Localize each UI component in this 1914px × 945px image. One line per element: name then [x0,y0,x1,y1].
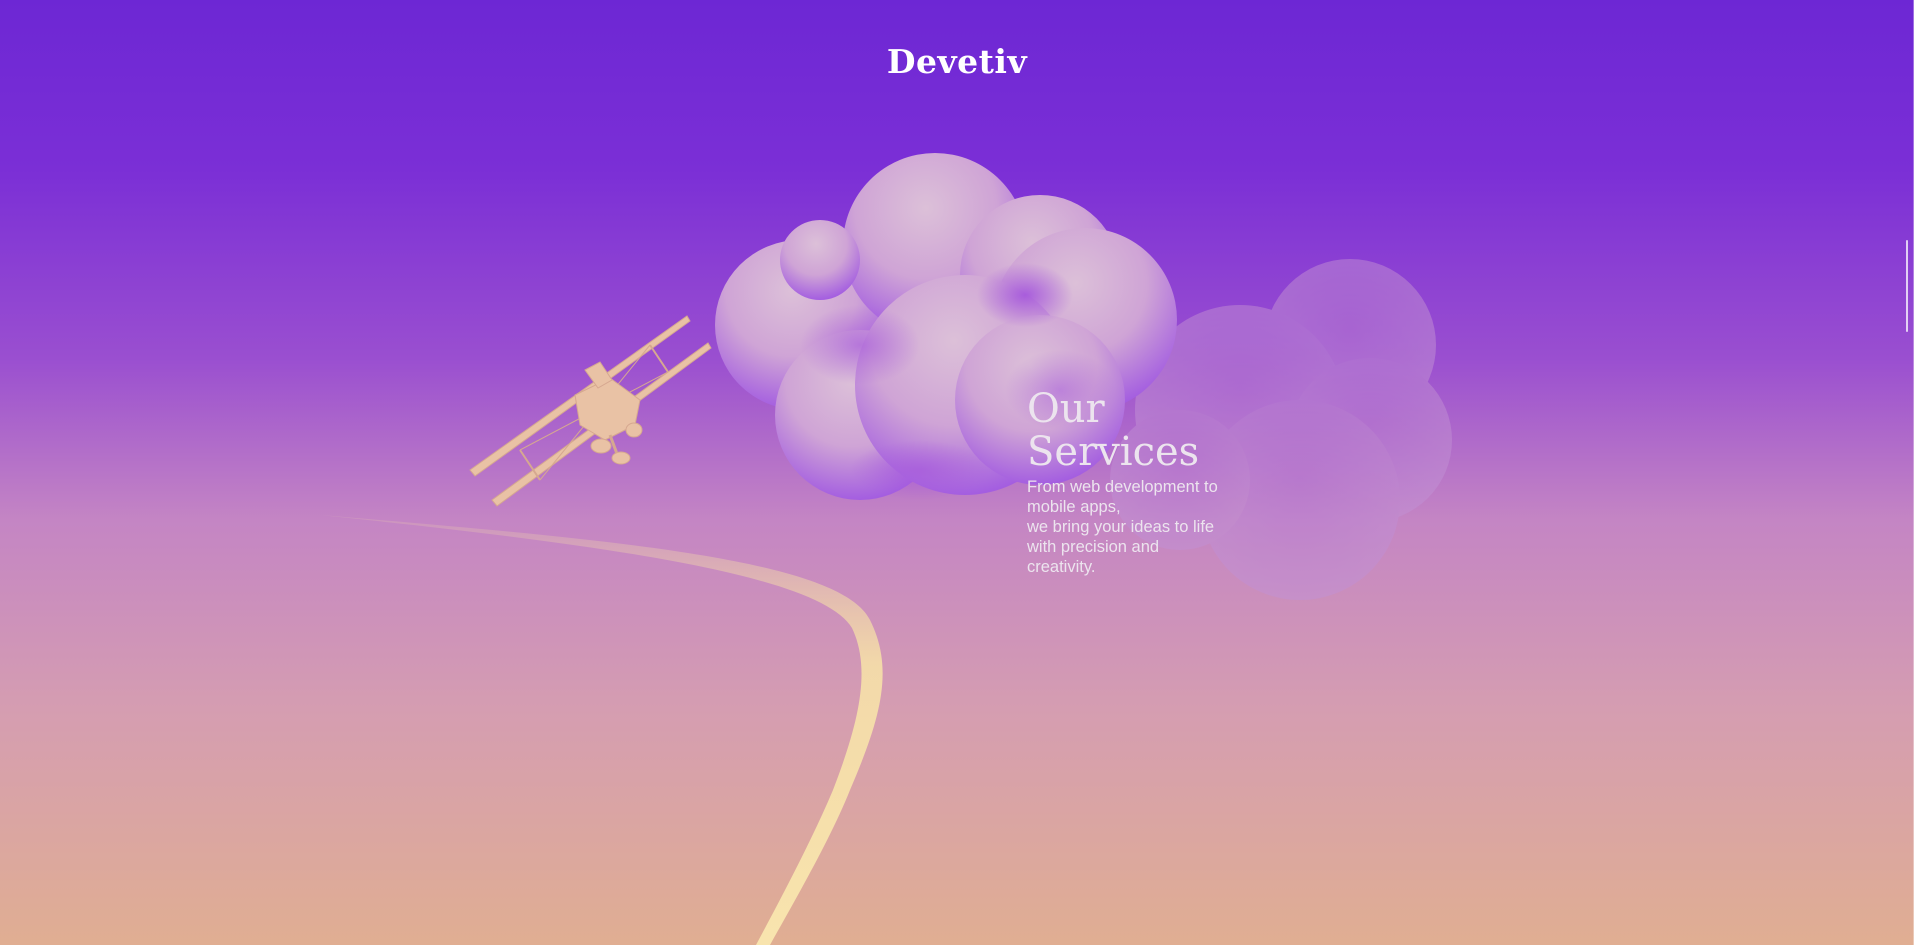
description-line-2: mobile apps, [1027,498,1121,516]
heading-line-1: Our [1027,386,1105,432]
services-heading: Our Services [1027,388,1257,474]
services-section: Our Services From web development to mob… [1027,388,1257,577]
hero-scene: Devetiv Our Services From web developmen… [0,0,1914,945]
heading-line-2: Services [1027,429,1200,475]
description-line-5: creativity. [1027,558,1096,576]
brand-logo[interactable]: Devetiv [0,42,1914,81]
scroll-progress-indicator[interactable] [1906,240,1908,332]
biplane-illustration [469,315,712,507]
description-line-4: with precision and [1027,538,1160,556]
description-line-1: From web development to [1027,478,1218,496]
contrail [320,515,883,945]
description-line-3: we bring your ideas to life [1027,518,1215,536]
services-description: From web development to mobile apps, we … [1027,477,1257,577]
scene-artwork [320,153,1452,945]
